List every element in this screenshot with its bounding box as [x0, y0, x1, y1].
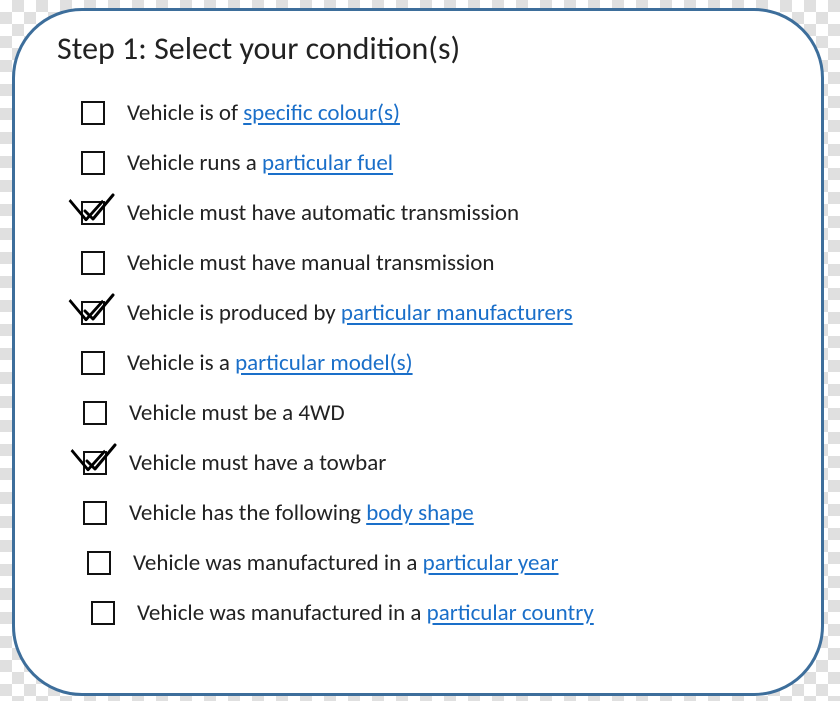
condition-label: Vehicle must have automatic transmission	[127, 199, 519, 227]
condition-row: Vehicle must be a 4WD	[57, 388, 791, 438]
condition-checkbox[interactable]	[83, 501, 107, 525]
condition-link[interactable]: particular fuel	[262, 149, 393, 177]
condition-row: Vehicle is a particular model(s)	[57, 338, 791, 388]
condition-label: Vehicle has the following body shape	[129, 499, 474, 527]
condition-row: Vehicle must have automatic transmission	[57, 188, 791, 238]
condition-label: Vehicle is a particular model(s)	[127, 349, 413, 377]
conditions-list: Vehicle is of specific colour(s)Vehicle …	[57, 88, 791, 638]
condition-row: Vehicle is of specific colour(s)	[57, 88, 791, 138]
condition-text: Vehicle was manufactured in a	[133, 549, 423, 577]
condition-checkbox[interactable]	[81, 351, 105, 375]
condition-link[interactable]: particular year	[423, 549, 559, 577]
condition-text: Vehicle runs a	[127, 149, 262, 177]
condition-text: Vehicle has the following	[129, 499, 366, 527]
condition-checkbox[interactable]	[83, 401, 107, 425]
condition-text: Vehicle is of	[127, 99, 243, 127]
condition-link[interactable]: body shape	[366, 499, 474, 527]
condition-label: Vehicle must have a towbar	[129, 449, 386, 477]
condition-label: Vehicle runs a particular fuel	[127, 149, 393, 177]
condition-checkbox[interactable]	[81, 101, 105, 125]
condition-checkbox[interactable]	[91, 601, 115, 625]
condition-checkbox[interactable]	[81, 251, 105, 275]
conditions-panel: Step 1: Select your condition(s) Vehicle…	[12, 8, 824, 696]
condition-label: Vehicle must be a 4WD	[129, 399, 345, 427]
condition-row: Vehicle must have a towbar	[57, 438, 791, 488]
condition-text: Vehicle is produced by	[127, 299, 341, 327]
condition-text: Vehicle must be a 4WD	[129, 399, 345, 427]
condition-checkbox[interactable]	[87, 551, 111, 575]
condition-text: Vehicle must have manual transmission	[127, 249, 495, 277]
condition-label: Vehicle is produced by particular manufa…	[127, 299, 573, 327]
condition-text: Vehicle must have automatic transmission	[127, 199, 519, 227]
condition-checkbox[interactable]	[81, 151, 105, 175]
condition-link[interactable]: particular manufacturers	[341, 299, 573, 327]
condition-checkbox[interactable]	[83, 451, 107, 475]
condition-link[interactable]: particular country	[427, 599, 594, 627]
condition-row: Vehicle must have manual transmission	[57, 238, 791, 288]
condition-link[interactable]: specific colour(s)	[243, 99, 400, 127]
condition-row: Vehicle was manufactured in a particular…	[57, 588, 791, 638]
condition-text: Vehicle must have a towbar	[129, 449, 386, 477]
condition-text: Vehicle is a	[127, 349, 235, 377]
condition-label: Vehicle must have manual transmission	[127, 249, 495, 277]
condition-checkbox[interactable]	[81, 301, 105, 325]
condition-row: Vehicle was manufactured in a particular…	[57, 538, 791, 588]
condition-link[interactable]: particular model(s)	[235, 349, 413, 377]
condition-row: Vehicle is produced by particular manufa…	[57, 288, 791, 338]
condition-label: Vehicle is of specific colour(s)	[127, 99, 400, 127]
condition-label: Vehicle was manufactured in a particular…	[133, 549, 559, 577]
condition-label: Vehicle was manufactured in a particular…	[137, 599, 594, 627]
condition-row: Vehicle has the following body shape	[57, 488, 791, 538]
condition-row: Vehicle runs a particular fuel	[57, 138, 791, 188]
condition-checkbox[interactable]	[81, 201, 105, 225]
panel-title: Step 1: Select your condition(s)	[57, 29, 791, 68]
condition-text: Vehicle was manufactured in a	[137, 599, 427, 627]
